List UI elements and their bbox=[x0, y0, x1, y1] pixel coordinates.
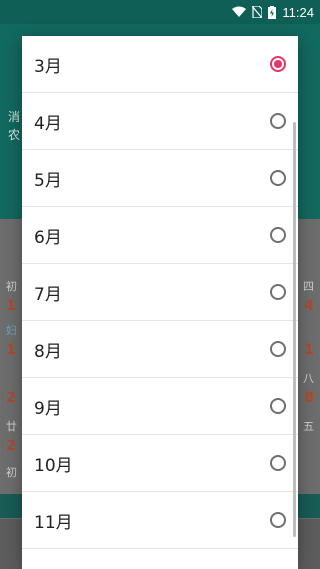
month-option-label: 7月 bbox=[34, 284, 62, 305]
month-option-6[interactable]: 6月 bbox=[22, 207, 298, 264]
clock: 11:24 bbox=[282, 4, 314, 20]
radio-icon[interactable] bbox=[270, 284, 286, 300]
month-option-9[interactable]: 9月 bbox=[22, 378, 298, 435]
month-list: 3月 4月 5月 6月 7月 8月 9月 10月 11月 bbox=[22, 36, 298, 549]
month-option-3[interactable]: 3月 bbox=[22, 36, 298, 93]
month-option-label: 5月 bbox=[34, 170, 62, 191]
wifi-icon bbox=[232, 6, 247, 17]
status-bar: 11:24 bbox=[0, 0, 320, 24]
radio-icon[interactable] bbox=[270, 512, 286, 528]
radio-icon[interactable] bbox=[270, 170, 286, 186]
scrollbar[interactable] bbox=[293, 122, 296, 537]
month-option-label: 8月 bbox=[34, 341, 62, 362]
month-option-7[interactable]: 7月 bbox=[22, 264, 298, 321]
background-header-line: 农 bbox=[8, 128, 21, 142]
month-option-label: 9月 bbox=[34, 398, 62, 419]
no-sim-icon bbox=[252, 6, 263, 18]
month-option-10[interactable]: 10月 bbox=[22, 435, 298, 492]
month-option-label: 11月 bbox=[34, 512, 73, 533]
month-option-4[interactable]: 4月 bbox=[22, 93, 298, 150]
month-option-label: 10月 bbox=[34, 455, 73, 476]
radio-icon[interactable] bbox=[270, 341, 286, 357]
month-option-label: 4月 bbox=[34, 113, 62, 134]
month-option-11[interactable]: 11月 bbox=[22, 492, 298, 549]
month-option-5[interactable]: 5月 bbox=[22, 150, 298, 207]
month-option-label: 3月 bbox=[34, 56, 62, 77]
radio-icon[interactable] bbox=[270, 113, 286, 129]
month-option-label: 6月 bbox=[34, 227, 62, 248]
month-option-8[interactable]: 8月 bbox=[22, 321, 298, 378]
radio-icon[interactable] bbox=[270, 227, 286, 243]
radio-selected-icon[interactable] bbox=[270, 56, 286, 72]
background-header-line: 消 bbox=[8, 110, 21, 124]
month-picker-dialog: 3月 4月 5月 6月 7月 8月 9月 10月 11月 bbox=[22, 36, 298, 569]
battery-charging-icon bbox=[268, 5, 277, 19]
radio-icon[interactable] bbox=[270, 455, 286, 471]
radio-icon[interactable] bbox=[270, 398, 286, 414]
